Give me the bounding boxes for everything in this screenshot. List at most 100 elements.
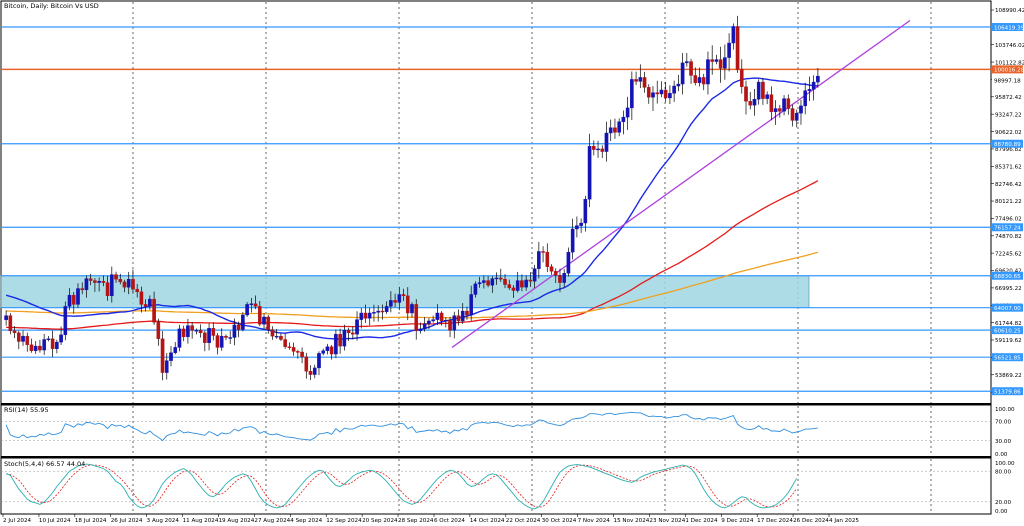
date-tick-label: 11 Aug 2024 <box>183 518 219 524</box>
candle-body <box>473 283 478 295</box>
chart-title: Bitcoin, Daily: Bitcoin Vs USD <box>4 2 99 10</box>
candle-body <box>689 61 693 76</box>
stoch-tick-label: 80.00 <box>995 469 1011 475</box>
candle-body <box>486 280 490 286</box>
candle-body <box>304 356 309 372</box>
date-tick-label: 20 Sep 2024 <box>362 518 398 524</box>
date-tick-label: 14 Oct 2024 <box>470 518 505 524</box>
candle-body <box>613 127 617 133</box>
date-tick-label: 28 Sep 2024 <box>398 518 434 524</box>
date-tick-label: 17 Dec 2024 <box>757 518 793 524</box>
price-tick-label: 101122.82 <box>995 60 1024 66</box>
candle-body <box>126 279 131 288</box>
candle-body <box>803 90 808 107</box>
candle-body <box>630 79 634 109</box>
candle-body <box>460 310 465 322</box>
date-tick-label: 2 Jul 2024 <box>3 518 32 524</box>
rsi-label: RSI(14) 55.95 <box>4 406 49 414</box>
candle-body <box>342 330 347 347</box>
candle-body <box>422 323 427 330</box>
candle-body <box>528 279 533 282</box>
candle-body <box>685 61 689 64</box>
candle-body <box>456 315 461 322</box>
candle-body <box>351 332 355 335</box>
date-tick-label: 7 Nov 2024 <box>578 518 611 524</box>
current-price-label: 98997.18 <box>994 78 1021 84</box>
candle-body <box>190 325 194 331</box>
candle-body <box>33 345 38 351</box>
candle-body <box>739 69 744 87</box>
candle-body <box>410 304 414 314</box>
candle-body <box>405 295 410 314</box>
rsi-tick-label: 0.00 <box>995 452 1008 458</box>
candle-body <box>697 77 702 83</box>
candle-body <box>418 328 423 332</box>
price-tick-label: 82746.42 <box>995 182 1022 188</box>
candle-body <box>701 77 706 85</box>
price-tick-label: 72245.62 <box>995 251 1022 257</box>
candle-body <box>469 294 473 316</box>
candle-body <box>110 274 114 297</box>
candle-body <box>591 146 596 150</box>
candle-body <box>634 79 638 82</box>
candle-body <box>228 337 233 339</box>
candle-body <box>308 371 313 375</box>
chart-background <box>0 0 1024 526</box>
price-tick-label: 53869.22 <box>995 373 1022 379</box>
candle-body <box>71 294 76 305</box>
date-tick-label: 12 Sep 2024 <box>326 518 362 524</box>
candle-body <box>389 300 393 307</box>
candle-body <box>769 94 774 113</box>
candle-body <box>773 108 778 113</box>
candle-body <box>359 312 364 320</box>
candle-body <box>587 146 592 200</box>
candle-body <box>338 333 342 347</box>
candle-body <box>448 320 452 331</box>
candle-body <box>97 281 101 283</box>
candle-body <box>718 59 723 69</box>
candle-body <box>638 77 643 82</box>
candle-body <box>765 94 769 99</box>
candle-body <box>680 62 685 85</box>
candle-body <box>431 319 435 322</box>
candle-body <box>600 148 605 152</box>
candle-body <box>122 281 127 288</box>
candle-body <box>401 294 406 297</box>
level-price-label: 68830.65 <box>994 274 1021 280</box>
candle-body <box>29 344 34 351</box>
candle-body <box>207 328 211 343</box>
date-tick-label: 9 Dec 2024 <box>721 518 754 524</box>
candle-body <box>621 116 626 122</box>
stoch-tick-label: 20.00 <box>995 500 1011 506</box>
candle-body <box>693 75 698 83</box>
candle-body <box>444 320 448 322</box>
candle-body <box>38 345 42 351</box>
candle-body <box>507 284 512 289</box>
candle-body <box>376 310 380 313</box>
candle-body <box>203 332 207 343</box>
price-tick-label: 108990.42 <box>995 8 1024 14</box>
candle-body <box>177 328 182 348</box>
candle-body <box>435 312 440 320</box>
price-tick-label: 74870.82 <box>995 234 1022 240</box>
candle-body <box>524 279 528 288</box>
price-tick-label: 66995.22 <box>995 286 1022 292</box>
date-tick-label: 4 Sep 2024 <box>290 518 322 524</box>
price-chart[interactable]: 108990.42103746.02101122.8298497.6295872… <box>0 0 1024 526</box>
candle-body <box>553 271 558 276</box>
candle-body <box>101 281 106 283</box>
candle-body <box>794 112 799 121</box>
date-tick-label: 30 Oct 2024 <box>542 518 577 524</box>
candle-body <box>88 278 93 281</box>
candle-body <box>118 279 123 283</box>
candle-body <box>676 83 681 87</box>
candle-body <box>790 108 795 121</box>
candle-body <box>63 306 68 336</box>
candle-body <box>778 108 782 112</box>
candle-body <box>735 26 740 70</box>
candle-body <box>545 251 550 267</box>
stoch-tick-label: 0.00 <box>995 509 1008 515</box>
candle-body <box>748 101 753 106</box>
candle-body <box>668 93 672 99</box>
candle-body <box>355 319 359 335</box>
